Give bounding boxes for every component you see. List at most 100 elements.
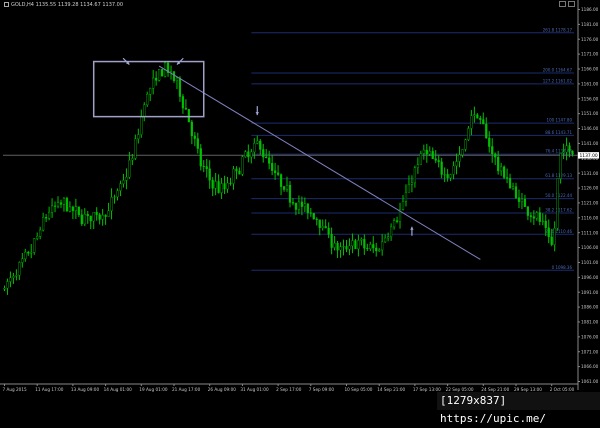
candle-body xyxy=(101,215,104,220)
candle-body xyxy=(470,115,473,129)
candle-body xyxy=(387,236,390,239)
price-tick-label: 1076.00 xyxy=(581,334,599,339)
candle-body xyxy=(134,138,137,159)
price-tick-label: 1086.00 xyxy=(581,305,599,310)
price-tick-label: 1066.00 xyxy=(581,364,599,369)
price-tick-label: 1146.00 xyxy=(581,126,599,131)
candle-body xyxy=(342,246,345,248)
time-tick-label: 11 Aug 17:00 xyxy=(35,387,64,392)
candle-body xyxy=(161,69,164,77)
candle-body xyxy=(214,181,217,189)
fib-level-label: 261.8 1178.17 xyxy=(543,27,573,32)
fib-level-label: 61.8 1129.13 xyxy=(545,173,572,178)
price-tick-label: 1141.00 xyxy=(581,141,599,146)
candle-body xyxy=(220,183,223,193)
candle-body xyxy=(434,158,437,161)
fib-level-label: 200.0 1164.67 xyxy=(543,67,573,72)
chart-menu-icon[interactable] xyxy=(4,2,9,7)
candle-body xyxy=(12,276,15,278)
candle-body xyxy=(407,184,411,193)
candle-body xyxy=(482,119,485,125)
candle-body xyxy=(223,183,226,190)
minimize-icon[interactable] xyxy=(559,1,566,7)
candle-body xyxy=(250,151,253,158)
time-tick-label: 7 Aug 2015 xyxy=(2,387,26,392)
candle-body xyxy=(89,215,92,222)
candle-body xyxy=(318,219,321,228)
candle-body xyxy=(18,262,21,276)
price-tick-label: 1156.00 xyxy=(581,96,599,101)
candle-body xyxy=(181,96,185,109)
time-tick-label: 13 Aug 09:00 xyxy=(71,387,100,392)
candle-body xyxy=(187,109,190,123)
candle-body xyxy=(95,212,98,215)
time-tick-label: 7 Sep 09:00 xyxy=(309,387,335,392)
candle-body xyxy=(190,121,193,137)
time-tick-label: 2 Sep 17:00 xyxy=(276,387,302,392)
candle-body xyxy=(131,158,134,161)
price-tick-label: 1166.00 xyxy=(581,67,599,72)
candle-body xyxy=(494,153,497,158)
candle-body xyxy=(140,116,143,135)
candle-body xyxy=(21,258,24,263)
candle-body xyxy=(479,118,482,120)
candle-body xyxy=(107,210,110,217)
candle-body xyxy=(42,217,45,231)
candle-body xyxy=(333,243,336,248)
price-chart[interactable]: 261.8 1178.17 200.0 1164.67 127.2 1161.02 1… xyxy=(0,0,600,412)
candle-body xyxy=(503,166,506,178)
candle-body xyxy=(532,216,535,219)
candle-body xyxy=(36,236,39,239)
candle-body xyxy=(544,220,547,228)
candle-body xyxy=(375,247,378,252)
candle-body xyxy=(464,139,467,150)
candle-body xyxy=(274,170,277,174)
candle-body xyxy=(62,197,66,205)
candle-body xyxy=(336,243,339,251)
candle-body xyxy=(443,174,446,176)
candle-body xyxy=(410,182,414,185)
fib-level-label: 76.4 1137.40 xyxy=(545,149,572,154)
candle-body xyxy=(92,212,95,222)
candle-body xyxy=(256,140,259,144)
candle-body xyxy=(416,164,419,168)
time-tick-label: 19 Aug 01:00 xyxy=(139,387,168,392)
candle-body xyxy=(529,215,532,217)
candle-body xyxy=(321,226,324,228)
candle-body xyxy=(517,197,521,202)
candle-body xyxy=(514,186,518,198)
candle-body xyxy=(294,203,298,210)
candle-body xyxy=(348,245,351,250)
candle-body xyxy=(24,251,27,259)
candle-body xyxy=(384,237,387,243)
time-tick-label: 31 Aug 01:00 xyxy=(240,387,269,392)
candle-body xyxy=(491,146,494,155)
window-buttons xyxy=(559,1,575,7)
watermark: [1279x837] https://upic.me/ xyxy=(437,392,600,425)
candle-body xyxy=(271,163,274,171)
time-tick-label: 10 Sep 05:00 xyxy=(344,387,372,392)
candle-body xyxy=(104,215,107,217)
candle-body xyxy=(241,156,244,175)
candle-body xyxy=(137,134,140,140)
candle-body xyxy=(199,148,202,167)
candle-body xyxy=(83,214,86,225)
candle-body xyxy=(401,201,405,210)
time-tick-label: 14 Aug 01:00 xyxy=(104,387,133,392)
price-tick-label: 1061.00 xyxy=(581,379,599,384)
maximize-icon[interactable] xyxy=(568,1,575,7)
candle-body xyxy=(205,166,208,170)
candle-body xyxy=(309,212,312,214)
candle-body xyxy=(390,226,393,237)
candle-body xyxy=(357,240,360,250)
candle-body xyxy=(556,178,559,229)
candle-body xyxy=(378,249,381,252)
candle-body xyxy=(452,165,455,175)
candle-body xyxy=(288,185,292,203)
candle-body xyxy=(312,213,315,220)
price-tick-label: 1131.00 xyxy=(581,171,599,176)
price-tick-label: 1126.00 xyxy=(581,186,599,191)
candle-body xyxy=(116,190,119,198)
candle-body xyxy=(56,202,60,207)
time-tick-label: 14 Sep 21:00 xyxy=(377,387,405,392)
